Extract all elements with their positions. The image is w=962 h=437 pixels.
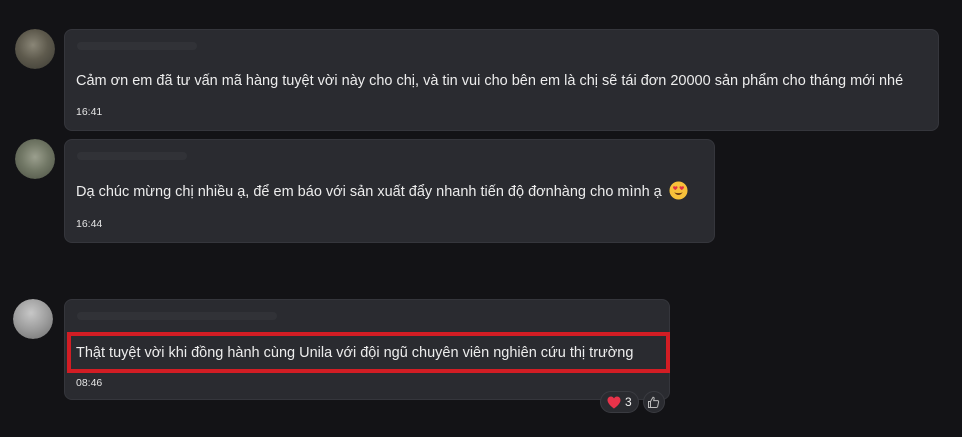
sender-name [77,312,277,320]
chat-thread: Cảm ơn em đã tư vấn mã hàng tuyệt vời nà… [0,0,962,437]
message-time: 16:41 [76,106,103,118]
avatar[interactable] [13,299,53,339]
heart-reaction[interactable]: 3 [600,391,639,413]
message-time: 08:46 [76,377,103,389]
heart-eyes-emoji-icon [669,181,688,200]
message-text-content: Dạ chúc mừng chị nhiều ạ, để em báo với … [76,184,662,200]
reaction-count: 3 [625,395,632,409]
heart-icon [607,396,621,408]
message-bubble: Dạ chúc mừng chị nhiều ạ, để em báo với … [64,139,715,243]
sender-name [77,152,187,160]
message-bubble: Cảm ơn em đã tư vấn mã hàng tuyệt vời nà… [64,29,939,131]
thumbs-up-icon [648,396,660,408]
like-button[interactable] [642,391,665,413]
message-time: 16:44 [76,218,103,230]
sender-name [77,42,197,50]
highlight-box [67,332,670,373]
avatar[interactable] [15,139,55,179]
message-text: Cảm ơn em đã tư vấn mã hàng tuyệt vời nà… [76,73,904,89]
avatar[interactable] [15,29,55,69]
reactions-bar: 3 [600,391,665,413]
message-text: Dạ chúc mừng chị nhiều ạ, để em báo với … [76,181,688,202]
